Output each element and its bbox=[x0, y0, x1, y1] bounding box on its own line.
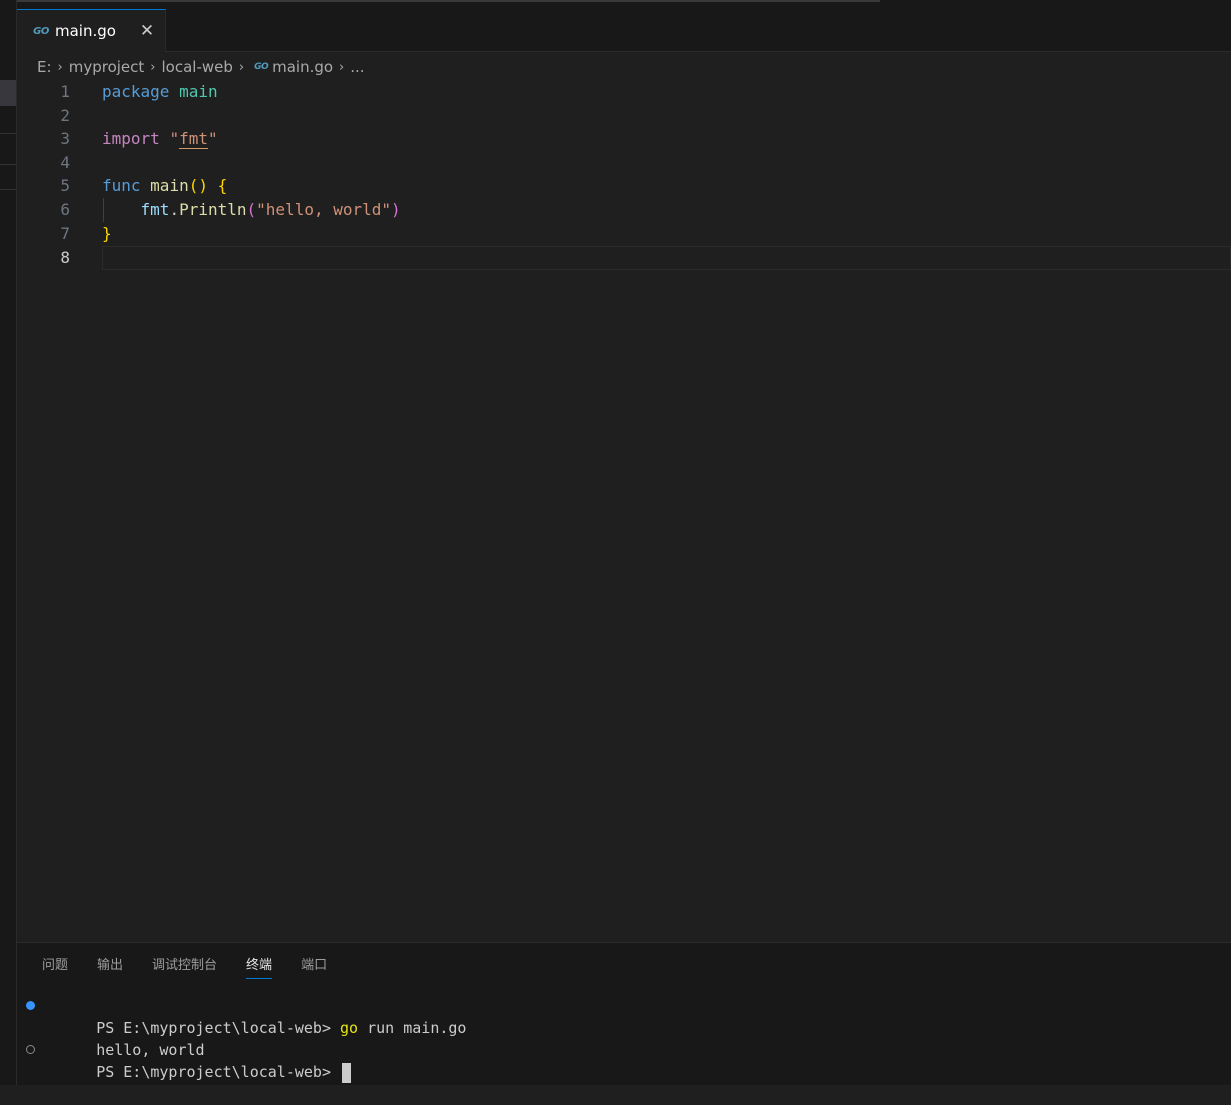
command-idle-icon[interactable] bbox=[26, 1045, 35, 1054]
line-number: 5 bbox=[60, 176, 70, 195]
bracket: () bbox=[188, 176, 208, 195]
terminal-line: PS E:\myproject\local-web> go run main.g… bbox=[26, 995, 466, 1037]
terminal-line: hello, world bbox=[42, 1017, 466, 1059]
tab-debug-console[interactable]: 调试控制台 bbox=[152, 955, 217, 979]
import-path: fmt bbox=[179, 129, 208, 148]
bracket: ) bbox=[391, 200, 401, 219]
go-file-icon: GO bbox=[254, 62, 269, 72]
terminal-cursor bbox=[342, 1062, 352, 1083]
keyword: package bbox=[102, 82, 170, 101]
punctuation: . bbox=[169, 200, 180, 219]
current-line-highlight bbox=[102, 246, 1231, 270]
side-divider bbox=[0, 189, 16, 190]
function-name: main bbox=[150, 176, 189, 195]
identifier: fmt bbox=[140, 200, 170, 219]
window-top-strip bbox=[0, 0, 1231, 9]
side-divider bbox=[0, 164, 16, 165]
breadcrumb-local-web[interactable]: local-web bbox=[162, 58, 233, 76]
line-number: 2 bbox=[60, 106, 70, 125]
terminal[interactable]: PS E:\myproject\local-web> go run main.g… bbox=[26, 995, 466, 1083]
code-line[interactable]: 3 import "fmt" bbox=[17, 127, 1231, 151]
side-panel-edge bbox=[0, 0, 17, 1085]
tab-ports[interactable]: 端口 bbox=[301, 955, 327, 979]
bracket: ( bbox=[246, 200, 257, 219]
chevron-right-icon: › bbox=[238, 59, 245, 75]
command-success-icon[interactable] bbox=[26, 1001, 35, 1010]
breadcrumb-drive[interactable]: E: bbox=[37, 58, 52, 76]
line-number: 3 bbox=[60, 129, 70, 148]
terminal-line: PS E:\myproject\local-web> bbox=[26, 1039, 466, 1083]
tab-output[interactable]: 输出 bbox=[97, 955, 123, 979]
go-file-icon: GO bbox=[33, 25, 49, 37]
breadcrumb-myproject[interactable]: myproject bbox=[69, 58, 145, 76]
close-icon[interactable]: ✕ bbox=[137, 21, 157, 41]
chevron-right-icon: › bbox=[57, 59, 63, 75]
function-name: Println bbox=[179, 200, 247, 219]
code-line[interactable]: 7 } bbox=[17, 222, 1231, 246]
keyword: import bbox=[102, 129, 160, 148]
panel-tabs: 问题 输出 调试控制台 终端 端口 bbox=[42, 955, 356, 979]
terminal-prompt: PS E:\myproject\local-web> bbox=[96, 1063, 341, 1081]
line-number: 6 bbox=[60, 200, 70, 219]
tab-problems[interactable]: 问题 bbox=[42, 955, 68, 979]
line-number: 7 bbox=[60, 224, 70, 243]
tab-label: main.go bbox=[55, 22, 116, 40]
tab-main-go[interactable]: GO main.go ✕ bbox=[17, 9, 166, 52]
horizontal-scrollbar[interactable] bbox=[0, 0, 880, 2]
line-number: 4 bbox=[60, 153, 70, 172]
breadcrumb-symbols[interactable]: ... bbox=[350, 58, 364, 76]
breadcrumb: E: › myproject › local-web › GO main.go … bbox=[37, 56, 365, 78]
bottom-panel: 问题 输出 调试控制台 终端 端口 PS E:\myproject\local-… bbox=[17, 942, 1231, 1085]
breadcrumb-file[interactable]: main.go bbox=[272, 58, 333, 76]
editor-tab-bar: GO main.go ✕ bbox=[17, 9, 1231, 52]
code-editor[interactable]: 1 package main 2 3 import "fmt" 4 5 func… bbox=[17, 80, 1231, 942]
chevron-right-icon: › bbox=[339, 59, 345, 75]
line-number: 8 bbox=[60, 248, 70, 267]
string-quote: " bbox=[207, 129, 218, 148]
code-line[interactable]: 4 bbox=[17, 151, 1231, 175]
code-line[interactable]: 2 bbox=[17, 104, 1231, 128]
bracket: } bbox=[102, 224, 112, 243]
side-divider bbox=[0, 133, 16, 134]
chevron-right-icon: › bbox=[150, 59, 156, 75]
bracket: { bbox=[217, 176, 228, 195]
keyword: func bbox=[102, 176, 141, 195]
package-name: main bbox=[179, 82, 218, 101]
code-line[interactable]: 5 func main() { bbox=[17, 174, 1231, 198]
line-number: 1 bbox=[60, 82, 70, 101]
code-line[interactable]: 6 fmt.Println("hello, world") bbox=[17, 198, 1231, 222]
string-quote: " bbox=[169, 129, 180, 148]
side-selected-item[interactable] bbox=[0, 80, 16, 106]
string-literal: "hello, world" bbox=[256, 200, 392, 219]
tab-terminal[interactable]: 终端 bbox=[246, 955, 273, 979]
code-line[interactable]: 1 package main bbox=[17, 80, 1231, 104]
code-line-active[interactable]: 8 bbox=[17, 246, 1231, 270]
